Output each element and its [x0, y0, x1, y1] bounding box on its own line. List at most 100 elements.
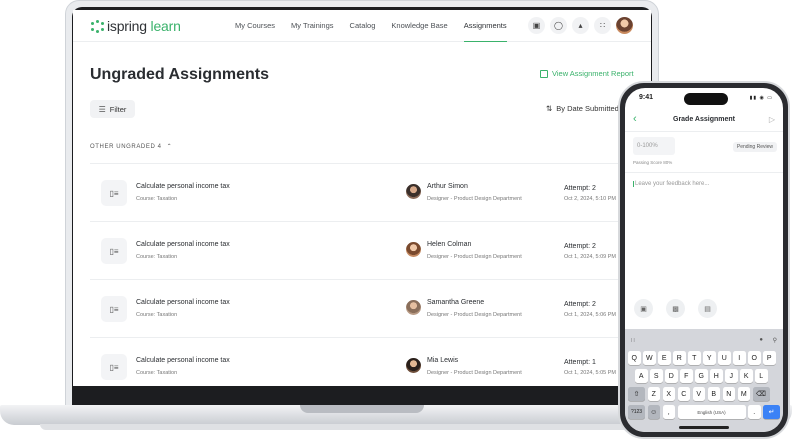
key[interactable]: B [707, 387, 720, 401]
key[interactable]: W [643, 351, 656, 365]
keyboard-row-1: Q W E R T Y U I O P [628, 351, 776, 365]
avatar [406, 242, 421, 257]
image-icon[interactable]: ▣ [634, 299, 653, 318]
view-report-link[interactable]: View Assignment Report [540, 69, 634, 78]
key[interactable]: F [680, 369, 693, 383]
backspace-key[interactable]: ⌫ [752, 387, 770, 401]
nav-links: My Courses My Trainings Catalog Knowledg… [235, 10, 507, 42]
key[interactable]: G [695, 369, 708, 383]
avatar [406, 184, 421, 199]
numbers-key[interactable]: ?123 [628, 405, 645, 419]
keyboard: ∷ ● ⚲ Q W E R T Y U I O P A S D F G H J … [625, 329, 783, 432]
key[interactable]: P [763, 351, 776, 365]
report-link-label: View Assignment Report [552, 69, 634, 78]
learner-role: Designer - Product Design Department [427, 370, 522, 376]
grid-icon[interactable]: ∷ [594, 17, 611, 34]
top-navigation: ispring learn My Courses My Trainings Ca… [73, 10, 651, 42]
space-key[interactable]: English (USA) [677, 405, 746, 419]
key[interactable]: S [650, 369, 663, 383]
nav-assignments[interactable]: Assignments [463, 10, 507, 42]
score-input[interactable]: 0-100% [633, 137, 675, 155]
period-key[interactable]: . [748, 405, 761, 419]
search-icon[interactable]: ⚲ [773, 337, 777, 344]
laptop-chin [73, 386, 651, 406]
assignment-row[interactable]: ▯≡ Calculate personal income tax Course:… [90, 221, 651, 279]
key[interactable]: I [733, 351, 746, 365]
keyboard-row-3: ⇧ Z X C V B N M ⌫ [628, 387, 770, 401]
chat-icon[interactable]: ◯ [550, 17, 567, 34]
assignment-course: Course: Taxation [136, 254, 178, 260]
filter-icon: ☰ [98, 104, 106, 114]
nav-knowledge-base[interactable]: Knowledge Base [391, 10, 447, 42]
file-icon[interactable]: ▤ [698, 299, 717, 318]
comma-key[interactable]: , [662, 405, 675, 419]
key[interactable]: A [635, 369, 648, 383]
learner-name: Samantha Greene [427, 299, 485, 306]
external-link-icon [540, 69, 548, 78]
filter-button[interactable]: ☰ Filter [90, 100, 135, 118]
send-icon[interactable]: ▷ [769, 115, 775, 124]
assignment-title: Calculate personal income tax [136, 299, 230, 306]
nav-my-trainings[interactable]: My Trainings [291, 10, 334, 42]
feedback-input[interactable]: Leave your feedback here... [633, 181, 709, 187]
key[interactable]: Q [628, 351, 641, 365]
key[interactable]: X [662, 387, 675, 401]
learner-role: Designer - Product Design Department [427, 196, 522, 202]
key[interactable]: T [688, 351, 701, 365]
shift-key[interactable]: ⇧ [628, 387, 645, 401]
submission-date: Oct 1, 2024, 5:06 PM [564, 312, 616, 318]
status-badge: Pending Review [732, 142, 777, 152]
phone-title: Grade Assignment [673, 116, 735, 123]
keyboard-row-2: A S D F G H J K L [635, 369, 768, 383]
passing-score: Passing Score 80% [633, 160, 673, 165]
key[interactable]: M [737, 387, 750, 401]
avatar [406, 300, 421, 315]
gift-icon[interactable]: ▣ [528, 17, 545, 34]
keyboard-row-4: ?123 ☺ , English (USA) . ↵ [628, 405, 780, 419]
key[interactable]: D [665, 369, 678, 383]
key[interactable]: H [710, 369, 723, 383]
key[interactable]: J [725, 369, 738, 383]
keyboard-grid-icon[interactable]: ∷ [631, 338, 635, 344]
assignment-course: Course: Taxation [136, 196, 178, 202]
key[interactable]: U [718, 351, 731, 365]
assignment-row[interactable]: ▯≡ Calculate personal income tax Course:… [90, 337, 651, 386]
emoji-key[interactable]: ☺ [647, 405, 660, 419]
key[interactable]: E [658, 351, 671, 365]
nav-catalog[interactable]: Catalog [350, 10, 376, 42]
key[interactable]: O [748, 351, 761, 365]
laptop-notch [300, 405, 424, 413]
assignment-row[interactable]: ▯≡ Calculate personal income tax Course:… [90, 279, 651, 337]
learner-name: Helen Colman [427, 241, 472, 248]
header-divider [625, 131, 783, 132]
filter-label: Filter [109, 104, 127, 114]
video-icon[interactable]: ▩ [666, 299, 685, 318]
nav-my-courses[interactable]: My Courses [235, 10, 275, 42]
key[interactable]: K [740, 369, 753, 383]
sort-button[interactable]: ⇅ By Date Submitted [546, 104, 619, 113]
attachment-toolbar: ▣ ▩ ▤ [634, 299, 717, 318]
key[interactable]: R [673, 351, 686, 365]
assignment-icon: ▯≡ [101, 296, 127, 322]
ispring-logo[interactable]: ispring learn [91, 18, 181, 34]
key[interactable]: Z [647, 387, 660, 401]
key[interactable]: L [755, 369, 768, 383]
enter-key[interactable]: ↵ [763, 405, 780, 419]
attempt-number: Attempt: 2 [564, 185, 596, 192]
key[interactable]: V [692, 387, 705, 401]
assignment-icon: ▯≡ [101, 354, 127, 380]
avatar [406, 358, 421, 373]
assignment-row[interactable]: ▯≡ Calculate personal income tax Course:… [90, 163, 651, 221]
status-icons: ▮▮ ◉ ▭ [749, 95, 773, 101]
mic-icon[interactable]: ● [759, 337, 763, 343]
section-toggle[interactable]: OTHER UNGRADED 4 ⌃ [90, 143, 172, 151]
key[interactable]: C [677, 387, 690, 401]
key[interactable]: N [722, 387, 735, 401]
assignment-icon: ▯≡ [101, 180, 127, 206]
key[interactable]: Y [703, 351, 716, 365]
learner-name: Mia Lewis [427, 357, 459, 364]
user-avatar[interactable] [616, 17, 633, 34]
bell-icon[interactable]: ▴ [572, 17, 589, 34]
attempt-number: Attempt: 1 [564, 359, 596, 366]
attempt-number: Attempt: 2 [564, 301, 596, 308]
